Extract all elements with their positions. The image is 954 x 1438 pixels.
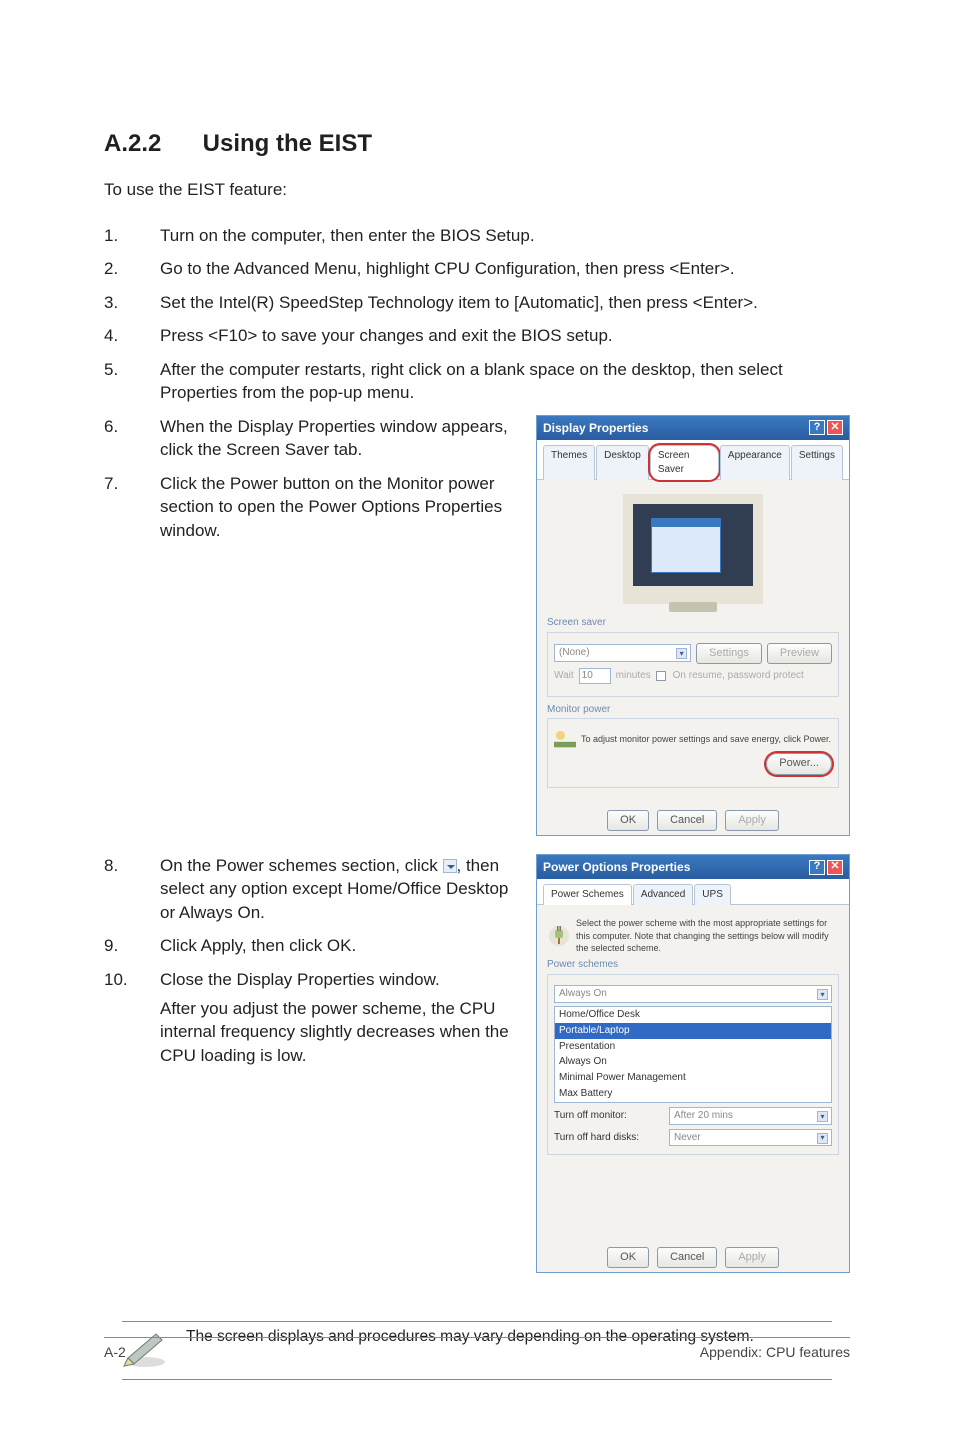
- step-10-extra: After you adjust the power scheme, the C…: [160, 997, 518, 1067]
- section-heading: A.2.2 Using the EIST: [104, 130, 850, 158]
- dialog-titlebar[interactable]: Display Properties ? ✕: [537, 416, 849, 441]
- dialog-titlebar[interactable]: Power Options Properties ? ✕: [537, 855, 849, 880]
- step-1: 1.Turn on the computer, then enter the B…: [104, 224, 850, 247]
- step-text: Click Apply, then click OK.: [160, 934, 518, 957]
- wait-spinner[interactable]: 10: [579, 668, 611, 684]
- tab-appearance[interactable]: Appearance: [720, 445, 790, 480]
- turn-off-monitor-label: Turn off monitor:: [554, 1109, 664, 1123]
- tab-bar: Power Schemes Advanced UPS: [537, 879, 849, 905]
- turn-off-monitor-select[interactable]: After 20 mins▾: [669, 1107, 832, 1125]
- step-text: Press <F10> to save your changes and exi…: [160, 324, 850, 347]
- power-scheme-options-list[interactable]: Home/Office Desk Portable/Laptop Present…: [554, 1006, 832, 1103]
- step-number: 3.: [104, 291, 160, 314]
- power-options-dialog: Power Options Properties ? ✕ Power Schem…: [536, 854, 850, 1274]
- power-button[interactable]: Power...: [766, 753, 832, 774]
- display-properties-dialog: Display Properties ? ✕ Themes Desktop Sc…: [536, 415, 850, 836]
- ok-button[interactable]: OK: [607, 810, 649, 831]
- resume-checkbox[interactable]: [656, 671, 666, 681]
- turn-off-disks-select[interactable]: Never▾: [669, 1129, 832, 1147]
- scheme-option[interactable]: Minimal Power Management: [555, 1070, 831, 1086]
- monitor-power-text: To adjust monitor power settings and sav…: [581, 733, 832, 745]
- scheme-option[interactable]: Presentation: [555, 1039, 831, 1055]
- resume-label: On resume, password protect: [673, 669, 804, 683]
- tab-settings[interactable]: Settings: [791, 445, 843, 480]
- step-text: Set the Intel(R) SpeedStep Technology it…: [160, 291, 850, 314]
- power-plug-icon: [547, 924, 571, 948]
- help-icon[interactable]: ?: [809, 860, 825, 875]
- settings-button[interactable]: Settings: [696, 643, 762, 664]
- step-number: 9.: [104, 934, 160, 957]
- footer-section-title: Appendix: CPU features: [700, 1344, 850, 1360]
- ok-button[interactable]: OK: [607, 1247, 649, 1268]
- chevron-down-icon: ▾: [817, 1133, 828, 1144]
- scheme-option[interactable]: Home/Office Desk: [555, 1007, 831, 1023]
- apply-button[interactable]: Apply: [725, 1247, 779, 1268]
- tab-desktop[interactable]: Desktop: [596, 445, 649, 480]
- step-8-10-row: 8. On the Power schemes section, click ,…: [104, 854, 850, 1274]
- wait-unit: minutes: [616, 669, 651, 683]
- help-icon[interactable]: ?: [809, 420, 825, 435]
- apply-button[interactable]: Apply: [725, 810, 779, 831]
- tab-themes[interactable]: Themes: [543, 445, 595, 480]
- step-text: Close the Display Properties window. Aft…: [160, 968, 518, 1068]
- step-2: 2.Go to the Advanced Menu, highlight CPU…: [104, 257, 850, 280]
- step-text: After the computer restarts, right click…: [160, 358, 850, 405]
- step-4: 4.Press <F10> to save your changes and e…: [104, 324, 850, 347]
- chevron-down-icon: ▾: [817, 1111, 828, 1122]
- wait-label: Wait: [554, 669, 574, 683]
- step-3: 3.Set the Intel(R) SpeedStep Technology …: [104, 291, 850, 314]
- step-text: Turn on the computer, then enter the BIO…: [160, 224, 850, 247]
- step-number: 5.: [104, 358, 160, 405]
- dialog-title-text: Power Options Properties: [543, 859, 690, 876]
- page-footer: A-2 Appendix: CPU features: [104, 1337, 850, 1360]
- close-icon[interactable]: ✕: [827, 420, 843, 435]
- tab-screen-saver[interactable]: Screen Saver: [650, 445, 719, 480]
- scheme-description: Select the power scheme with the most ap…: [576, 917, 839, 954]
- scheme-option[interactable]: Always On: [555, 1054, 831, 1070]
- heading-title: Using the EIST: [203, 130, 372, 157]
- scheme-option[interactable]: Max Battery: [555, 1086, 831, 1102]
- power-scheme-select[interactable]: Always On ▾: [554, 985, 832, 1003]
- tab-advanced[interactable]: Advanced: [633, 884, 693, 905]
- close-icon[interactable]: ✕: [827, 860, 843, 875]
- scheme-option[interactable]: Portable/Laptop: [555, 1023, 831, 1039]
- heading-number: A.2.2: [104, 130, 196, 158]
- cancel-button[interactable]: Cancel: [657, 810, 717, 831]
- step-number: 10.: [104, 968, 160, 1068]
- step-number: 1.: [104, 224, 160, 247]
- turn-off-disks-label: Turn off hard disks:: [554, 1131, 664, 1145]
- chevron-down-icon[interactable]: ▾: [817, 989, 828, 1000]
- tab-ups[interactable]: UPS: [694, 884, 731, 905]
- step-6-7-row: 6. When the Display Properties window ap…: [104, 415, 850, 836]
- chevron-down-icon: ▾: [676, 648, 687, 659]
- footer-page-number: A-2: [104, 1344, 126, 1360]
- step-number: 2.: [104, 257, 160, 280]
- dialog-title-text: Display Properties: [543, 420, 648, 437]
- chevron-down-icon: [443, 859, 457, 873]
- preview-button[interactable]: Preview: [767, 643, 832, 664]
- screensaver-select[interactable]: (None)▾: [554, 644, 691, 662]
- step-number: 8.: [104, 854, 160, 924]
- power-schemes-section-label: Power schemes: [547, 958, 839, 972]
- monitor-power-section-label: Monitor power: [547, 703, 839, 717]
- monitor-preview-icon: [623, 494, 763, 604]
- step-text: Go to the Advanced Menu, highlight CPU C…: [160, 257, 850, 280]
- step-text: On the Power schemes section, click , th…: [160, 854, 518, 924]
- intro-text: To use the EIST feature:: [104, 180, 850, 200]
- screensaver-section-label: Screen saver: [547, 616, 839, 630]
- tab-bar: Themes Desktop Screen Saver Appearance S…: [537, 440, 849, 480]
- step-number: 6.: [104, 415, 160, 462]
- cancel-button[interactable]: Cancel: [657, 1247, 717, 1268]
- step-text: When the Display Properties window appea…: [160, 415, 518, 462]
- tab-power-schemes[interactable]: Power Schemes: [543, 884, 632, 905]
- step-number: 7.: [104, 472, 160, 542]
- energy-icon: [554, 729, 576, 749]
- step-5: 5.After the computer restarts, right cli…: [104, 358, 850, 405]
- step-number: 4.: [104, 324, 160, 347]
- step-text: Click the Power button on the Monitor po…: [160, 472, 518, 542]
